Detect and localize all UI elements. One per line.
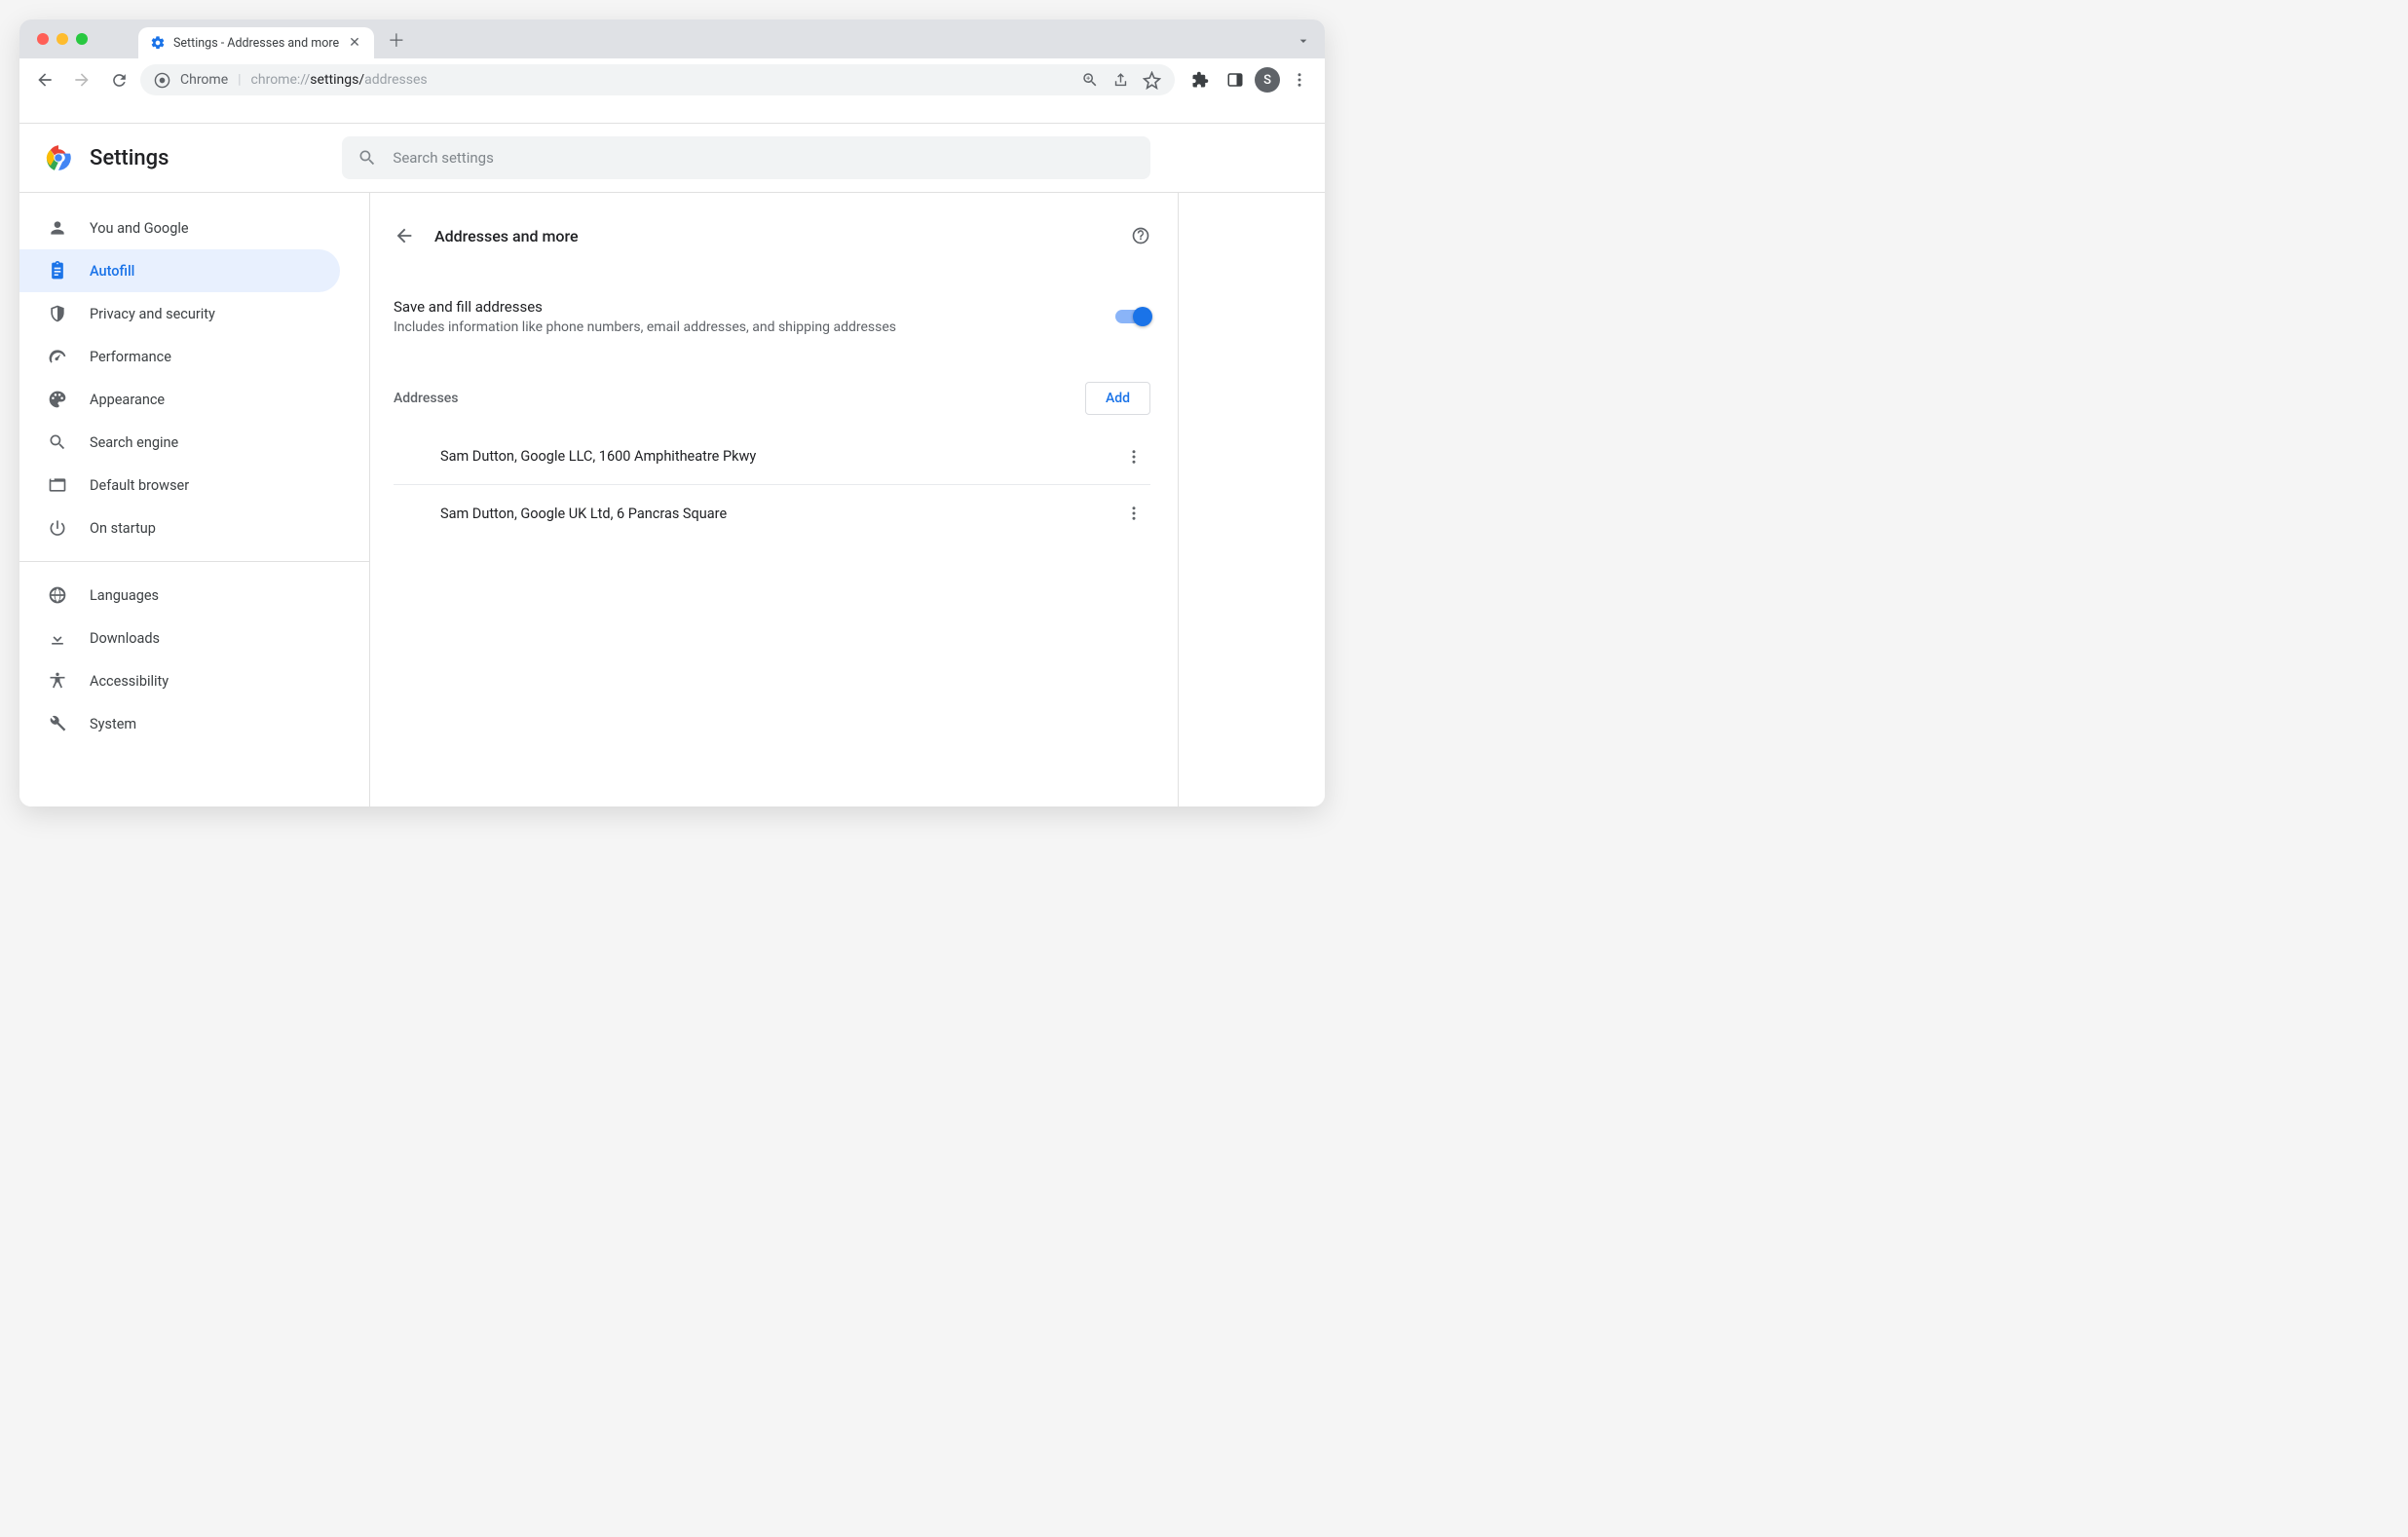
address-row[interactable]: Sam Dutton, Google LLC, 1600 Amphitheatr… (394, 429, 1150, 485)
window-minimize-button[interactable] (56, 33, 68, 45)
address-text: Sam Dutton, Google LLC, 1600 Amphitheatr… (440, 448, 756, 465)
search-settings-input[interactable] (393, 149, 1135, 167)
share-icon[interactable] (1112, 72, 1129, 89)
search-settings-box[interactable] (342, 136, 1150, 179)
addresses-section-title: Addresses (394, 391, 459, 406)
page-title: Addresses and more (434, 227, 579, 245)
back-arrow-icon[interactable] (394, 225, 415, 246)
window-traffic-lights (37, 33, 88, 45)
search-icon (357, 148, 377, 168)
clipboard-icon (47, 261, 68, 281)
browser-toolbar: Chrome | chrome://settings/addresses S (19, 58, 1325, 101)
zoom-icon[interactable] (1081, 71, 1099, 89)
sidebar-item-search-engine[interactable]: Search engine (19, 421, 340, 464)
more-menu-icon[interactable] (1117, 440, 1150, 473)
extensions-icon[interactable] (1185, 64, 1216, 95)
window-close-button[interactable] (37, 33, 49, 45)
add-address-button[interactable]: Add (1085, 382, 1150, 415)
url-scheme-label: Chrome (180, 72, 228, 88)
sidebar-item-you-and-google[interactable]: You and Google (19, 206, 340, 249)
browser-window: Settings - Addresses and more ✕ ＋ Chrome… (19, 19, 1325, 806)
address-text: Sam Dutton, Google UK Ltd, 6 Pancras Squ… (440, 506, 727, 522)
toggle-title: Save and fill addresses (394, 298, 896, 316)
browser-icon (47, 475, 68, 495)
browser-tab[interactable]: Settings - Addresses and more ✕ (138, 27, 374, 58)
sidebar-item-accessibility[interactable]: Accessibility (19, 659, 340, 702)
profile-avatar[interactable]: S (1255, 67, 1280, 93)
person-icon (47, 218, 68, 238)
back-button[interactable] (29, 64, 60, 95)
close-icon[interactable]: ✕ (347, 35, 362, 51)
address-row[interactable]: Sam Dutton, Google UK Ltd, 6 Pancras Squ… (394, 485, 1150, 542)
sidebar-item-performance[interactable]: Performance (19, 335, 340, 378)
power-icon (47, 518, 68, 538)
bookmark-icon[interactable] (1143, 71, 1161, 90)
chrome-logo-icon (45, 144, 72, 171)
window-maximize-button[interactable] (76, 33, 88, 45)
tab-title: Settings - Addresses and more (173, 36, 339, 51)
gear-icon (150, 35, 166, 51)
more-menu-icon[interactable] (1117, 497, 1150, 530)
new-tab-button[interactable]: ＋ (388, 27, 405, 53)
chrome-page-icon (154, 72, 170, 89)
sidebar-divider (19, 561, 369, 562)
sidebar-item-appearance[interactable]: Appearance (19, 378, 340, 421)
settings-content: Addresses and more Save and fill address… (370, 193, 1179, 806)
wrench-icon (47, 714, 68, 733)
palette-icon (47, 390, 68, 409)
globe-icon (47, 585, 68, 605)
sidebar-item-privacy[interactable]: Privacy and security (19, 292, 340, 335)
toggle-subtitle: Includes information like phone numbers,… (394, 319, 896, 335)
settings-header: Settings (19, 123, 1325, 193)
address-bar[interactable]: Chrome | chrome://settings/addresses (140, 64, 1175, 95)
sidebar-item-system[interactable]: System (19, 702, 340, 745)
tabs-dropdown-button[interactable] (1296, 33, 1311, 49)
sidebar-item-default-browser[interactable]: Default browser (19, 464, 340, 506)
url-text: chrome://settings/addresses (251, 72, 428, 88)
download-icon (47, 628, 68, 648)
tab-strip: Settings - Addresses and more ✕ ＋ (19, 19, 1325, 58)
sidebar-item-downloads[interactable]: Downloads (19, 617, 340, 659)
help-icon[interactable] (1131, 226, 1150, 245)
speedometer-icon (47, 347, 68, 366)
accessibility-icon (47, 671, 68, 691)
browser-menu-icon[interactable] (1284, 64, 1315, 95)
settings-title: Settings (90, 146, 169, 170)
save-addresses-toggle[interactable] (1115, 310, 1150, 323)
forward-button[interactable] (66, 64, 97, 95)
search-icon (47, 432, 68, 452)
sidebar-item-languages[interactable]: Languages (19, 574, 340, 617)
sidebar-item-on-startup[interactable]: On startup (19, 506, 340, 549)
settings-sidebar: You and Google Autofill Privacy and secu… (19, 193, 370, 806)
sidebar-item-autofill[interactable]: Autofill (19, 249, 340, 292)
reload-button[interactable] (103, 64, 134, 95)
shield-icon (47, 304, 68, 323)
save-fill-toggle-row: Save and fill addresses Includes informa… (394, 298, 1150, 335)
sidepanel-icon[interactable] (1220, 64, 1251, 95)
